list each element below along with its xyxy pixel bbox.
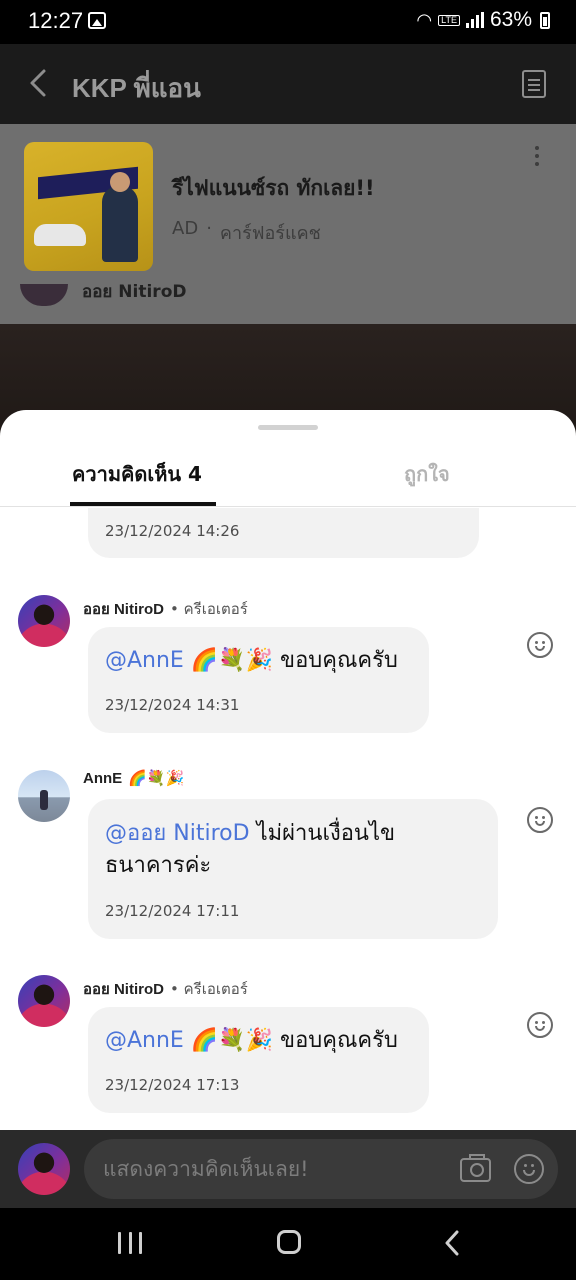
comment-time: 23/12/2024 17:13 (105, 1076, 240, 1094)
tab-bar: ความคิดเห็น 4 ถูกใจ (0, 450, 576, 507)
comment-time: 23/12/2024 17:11 (105, 902, 240, 920)
ad-separator: · (206, 218, 212, 239)
comments-sheet: ความคิดเห็น 4 ถูกใจ 23/12/2024 14:26 ออย… (0, 410, 576, 1130)
avatar[interactable] (18, 595, 70, 647)
home-icon[interactable] (277, 1230, 301, 1254)
more-options-icon[interactable] (535, 146, 539, 170)
react-emoji-icon[interactable] (527, 807, 553, 833)
author-role: • ครีเอเตอร์ (169, 600, 248, 618)
comment-emoji: 🌈💐🎉 (190, 1028, 274, 1053)
ad-thumbnail (24, 142, 153, 271)
comment-body: ขอบคุณครับ (280, 648, 398, 673)
back-icon[interactable] (444, 1230, 460, 1256)
comment-author: ออย NitiroD • ครีเอเตอร์ (83, 977, 248, 1001)
peek-author-name: ออย NitiroD (82, 282, 187, 302)
signal-icon (465, 12, 484, 28)
status-indicators: ◠ LTE 63% (416, 8, 550, 32)
gallery-notification-icon (88, 12, 106, 29)
mention-link[interactable]: @ออย NitiroD (105, 821, 250, 846)
status-bar: 12:27 ◠ LTE 63% (0, 0, 576, 44)
comment-bubble[interactable]: @AnnE 🌈💐🎉 ขอบคุณครับ 23/12/2024 17:13 (88, 1007, 429, 1113)
comment-text: @AnnE 🌈💐🎉 ขอบคุณครับ (105, 645, 415, 677)
react-emoji-icon[interactable] (527, 632, 553, 658)
camera-icon[interactable] (460, 1154, 491, 1182)
author-role: • ครีเอเตอร์ (169, 980, 248, 998)
comment-bubble: 23/12/2024 14:26 (88, 508, 479, 558)
ad-meta: AD · คาร์ฟอร์แคช (172, 218, 321, 247)
avatar (20, 284, 68, 306)
back-arrow-icon[interactable] (26, 68, 54, 98)
comment-time: 23/12/2024 14:31 (105, 696, 240, 714)
emoji-picker-icon[interactable] (514, 1154, 544, 1184)
battery-icon (540, 11, 550, 29)
author-emoji: 🌈💐🎉 (128, 769, 185, 787)
ad-card[interactable]: รีไฟแนนซ์รถ ทักเลย!! AD · คาร์ฟอร์แคช ออ… (0, 124, 576, 324)
battery-percentage: 63% (489, 8, 532, 31)
sheet-drag-handle[interactable] (258, 425, 318, 430)
comment-text: @ออย NitiroD ไม่ผ่านเงื่อนไข ธนาคารค่ะ (105, 818, 484, 882)
comment-author: AnnE 🌈💐🎉 (83, 769, 184, 787)
active-tab-indicator (70, 502, 216, 506)
comment-emoji: 🌈💐🎉 (190, 648, 274, 673)
status-time: 12:27 (28, 8, 84, 33)
system-nav-bar (0, 1208, 576, 1280)
ad-label: AD (172, 218, 199, 239)
recent-apps-icon[interactable] (118, 1232, 142, 1254)
volte-icon: LTE (438, 14, 460, 26)
author-name[interactable]: ออย NitiroD (83, 977, 164, 1001)
comment-list: 23/12/2024 14:26 ออย NitiroD • ครีเอเตอร… (0, 508, 576, 1130)
comment-body: ไม่ผ่านเงื่อนไข (256, 821, 396, 846)
app-header: KKP พี่แอน (0, 44, 576, 124)
ad-title: รีไฟแนนซ์รถ ทักเลย!! (172, 176, 375, 200)
wifi-icon: ◠ (416, 9, 433, 30)
avatar[interactable] (18, 975, 70, 1027)
comment-body: ขอบคุณครับ (280, 1028, 398, 1053)
mention-link[interactable]: @AnnE (105, 648, 184, 673)
comment-input-bar (0, 1130, 576, 1208)
chat-title: KKP พี่แอน (72, 73, 201, 103)
mention-link[interactable]: @AnnE (105, 1028, 184, 1053)
tab-likes[interactable]: ถูกใจ (404, 458, 450, 490)
avatar[interactable] (18, 770, 70, 822)
comment-text: @AnnE 🌈💐🎉 ขอบคุณครับ (105, 1025, 415, 1057)
comment-bubble[interactable]: @AnnE 🌈💐🎉 ขอบคุณครับ 23/12/2024 14:31 (88, 627, 429, 733)
tab-comments[interactable]: ความคิดเห็น 4 (72, 458, 202, 490)
notes-icon[interactable] (522, 70, 546, 98)
comment-bubble[interactable]: @ออย NitiroD ไม่ผ่านเงื่อนไข ธนาคารค่ะ 2… (88, 799, 498, 939)
author-name[interactable]: ออย NitiroD (83, 597, 164, 621)
react-emoji-icon[interactable] (527, 1012, 553, 1038)
ad-advertiser: คาร์ฟอร์แคช (219, 223, 321, 244)
comment-author: ออย NitiroD • ครีเอเตอร์ (83, 597, 248, 621)
comment-time: 23/12/2024 14:26 (105, 522, 240, 540)
author-name[interactable]: AnnE (83, 770, 122, 787)
comment-body-line2: ธนาคารค่ะ (105, 853, 212, 878)
avatar (18, 1143, 70, 1195)
